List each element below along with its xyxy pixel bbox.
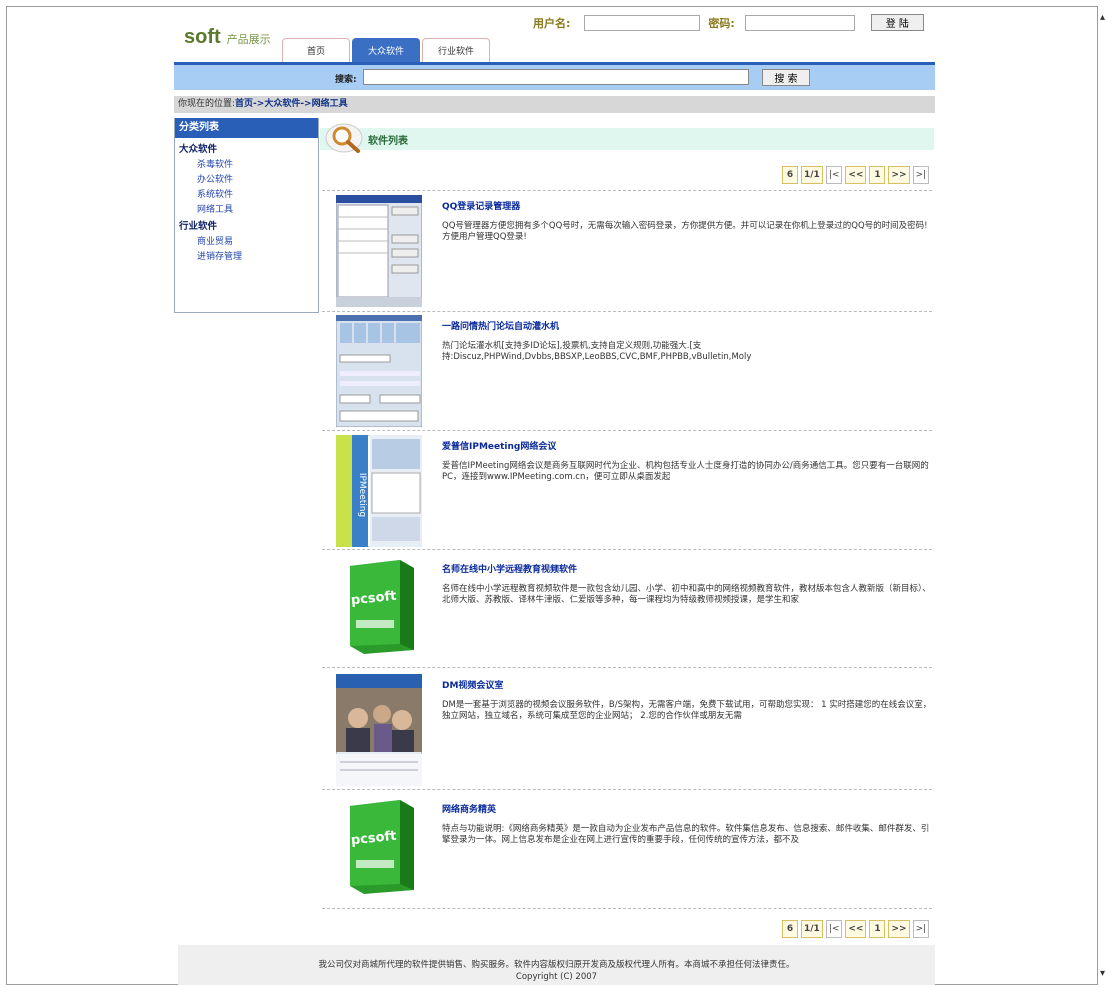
pager-prev-button[interactable]: << <box>845 920 867 938</box>
footer-disclaimer: 我公司仅对商城所代理的软件提供销售、购买服务。软件内容版权归原开发商及版权代理人… <box>318 960 795 970</box>
scroll-up-icon[interactable]: ▴ <box>1100 12 1105 23</box>
border-top <box>6 6 1098 7</box>
breadcrumb-prefix: 你现在的位置: <box>178 99 236 109</box>
product-thumbnail[interactable]: IPMeeting <box>336 435 422 547</box>
pager-last-button[interactable]: >| <box>912 920 930 938</box>
border-left <box>6 6 7 985</box>
password-field[interactable] <box>744 14 855 31</box>
product-title[interactable]: 网络商务精英 <box>442 802 496 815</box>
product-title[interactable]: 爱普信IPMeeting网络会议 <box>442 439 556 452</box>
site-footer: 我公司仅对商城所代理的软件提供销售、购买服务。软件内容版权归原开发商及版权代理人… <box>178 945 935 985</box>
product-box-image[interactable]: pcsoft <box>344 558 416 654</box>
divider <box>322 789 932 790</box>
product-item: 一路问情热门论坛自动灌水机 热门论坛灌水机[支持多ID论坛],投票机,支持自定义… <box>336 315 934 427</box>
brand-subtitle: 产品展示 <box>226 33 271 46</box>
product-title[interactable]: 名师在线中小学远程教育视频软件 <box>442 562 577 575</box>
product-box-image[interactable]: pcsoft <box>344 798 416 894</box>
pager-first-button[interactable]: |< <box>825 166 843 184</box>
svg-text:IPMeeting: IPMeeting <box>357 473 367 517</box>
category-sidebar: 分类列表 大众软件 杀毒软件 办公软件 系统软件 网络工具 行业软件 商业贸易 … <box>174 118 319 313</box>
product-item: pcsoft 名师在线中小学远程教育视频软件 名师在线中小学远程教育视频软件是一… <box>336 558 934 658</box>
product-item: pcsoft 网络商务精英 特点与功能说明:《网络商务精英》是一款自动为企业发布… <box>336 798 934 898</box>
sidebar-item-inventory[interactable]: 进销存管理 <box>175 247 318 262</box>
pager-top: 6 1/1 |< << 1 >> >| <box>779 166 930 184</box>
software-list-title: 软件列表 <box>368 136 408 147</box>
site-logo[interactable]: soft 产品展示 <box>184 26 271 49</box>
sidebar-item-network[interactable]: 网络工具 <box>175 200 318 215</box>
product-title[interactable]: DM视频会议室 <box>442 678 503 691</box>
username-label: 用户名: <box>533 16 571 30</box>
search-bar: 搜索: 搜 索 <box>174 65 935 90</box>
sidebar-item-antivirus[interactable]: 杀毒软件 <box>175 155 318 170</box>
brand-name: soft <box>184 26 221 48</box>
product-item: DM视频会议室 DM是一套基于浏览器的视频会议服务软件，B/S架构，无需客户端，… <box>336 674 934 786</box>
tab-industry-software[interactable]: 行业软件 <box>422 38 490 62</box>
pager-total: 6 <box>782 920 798 938</box>
pager-page-1[interactable]: 1 <box>869 166 886 184</box>
product-description: 名师在线中小学远程教育视频软件是一款包含幼儿园、小学、初中和高中的网络视频教育软… <box>442 584 931 605</box>
product-description: DM是一套基于浏览器的视频会议服务软件，B/S架构，无需客户端，免费下载试用，可… <box>442 700 932 721</box>
magnifier-icon <box>325 123 363 153</box>
product-description: 特点与功能说明:《网络商务精英》是一款自动为企业发布产品信息的软件。软件集信息发… <box>442 824 930 845</box>
pager-next-button[interactable]: >> <box>888 166 910 184</box>
border-right <box>1097 6 1098 985</box>
divider <box>322 311 932 312</box>
pager-first-button[interactable]: |< <box>825 920 843 938</box>
sidebar-item-trade[interactable]: 商业贸易 <box>175 232 318 247</box>
divider <box>322 190 932 191</box>
search-button[interactable]: 搜 索 <box>762 69 810 86</box>
sidebar-item-system[interactable]: 系统软件 <box>175 185 318 200</box>
footer-copyright: Copyright (C) 2007 <box>515 972 598 982</box>
tab-home[interactable]: 首页 <box>282 38 350 62</box>
search-label: 搜索: <box>335 75 357 85</box>
sidebar-group-industry[interactable]: 行业软件 <box>175 215 318 232</box>
sidebar-title: 分类列表 <box>175 118 318 138</box>
pager-total: 6 <box>782 166 798 184</box>
sidebar-item-office[interactable]: 办公软件 <box>175 170 318 185</box>
product-description: 爱普信IPMeeting网络会议是商务互联网时代为企业、机构包括专业人士度身打造… <box>442 461 929 482</box>
divider <box>322 908 932 909</box>
product-description: 热门论坛灌水机[支持多ID论坛],投票机,支持自定义规则,功能强大.[支持:Di… <box>442 341 752 362</box>
product-thumbnail[interactable] <box>336 315 422 427</box>
pager-next-button[interactable]: >> <box>888 920 910 938</box>
product-title[interactable]: 一路问情热门论坛自动灌水机 <box>442 319 559 332</box>
login-form: 用户名: 密码: 登 陆 <box>533 14 924 31</box>
login-button[interactable]: 登 陆 <box>870 14 924 31</box>
pager-prev-button[interactable]: << <box>845 166 867 184</box>
search-input[interactable] <box>363 69 749 85</box>
divider <box>322 430 932 431</box>
pager-bottom: 6 1/1 |< << 1 >> >| <box>779 920 930 938</box>
product-item: QQ登录记录管理器 QQ号管理器方便您拥有多个QQ号时，无需每次输入密码登录，方… <box>336 195 934 307</box>
product-description: QQ号管理器方便您拥有多个QQ号时，无需每次输入密码登录，方你提供方便。并可以记… <box>442 221 928 242</box>
breadcrumb-path[interactable]: 首页->大众软件->网络工具 <box>235 99 348 109</box>
pager-last-button[interactable]: >| <box>912 166 930 184</box>
product-thumbnail[interactable] <box>336 195 422 307</box>
divider <box>322 549 932 550</box>
password-label: 密码: <box>708 16 735 30</box>
divider <box>322 667 932 668</box>
product-title[interactable]: QQ登录记录管理器 <box>442 199 520 212</box>
product-thumbnail[interactable] <box>336 674 422 786</box>
product-item: IPMeeting 爱普信IPMeeting网络会议 爱普信IPMeeting网… <box>336 435 934 547</box>
username-field[interactable] <box>584 14 701 31</box>
pager-page-1[interactable]: 1 <box>869 920 886 938</box>
tab-popular-software[interactable]: 大众软件 <box>352 38 420 62</box>
sidebar-group-popular[interactable]: 大众软件 <box>175 138 318 155</box>
pager-page-of: 1/1 <box>801 920 823 938</box>
breadcrumb: 你现在的位置:首页->大众软件->网络工具 <box>174 96 935 113</box>
scroll-down-icon[interactable]: ▾ <box>1100 968 1105 979</box>
pager-page-of: 1/1 <box>801 166 823 184</box>
list-header-bar <box>320 128 934 150</box>
software-list-header: 软件列表 <box>320 118 934 154</box>
main-nav-tabs: 首页 大众软件 行业软件 <box>282 38 492 62</box>
